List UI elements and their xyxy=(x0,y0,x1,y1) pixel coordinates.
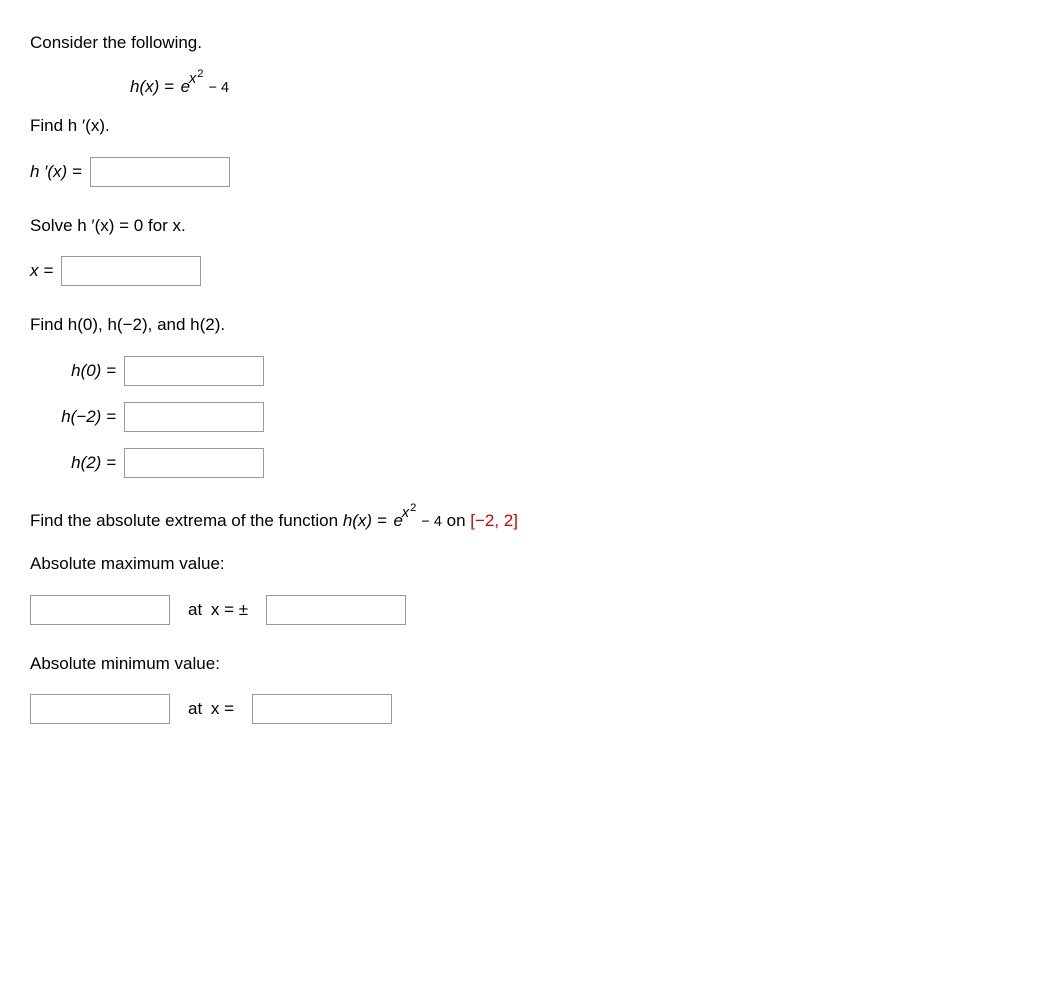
function-exponential: e x2 − 4 xyxy=(181,78,229,95)
find-hprime-text: Find h ′(x). xyxy=(30,113,1034,139)
function-definition: h(x) = e x2 − 4 xyxy=(30,74,1034,100)
extrema-interval: [−2, 2] xyxy=(470,511,518,530)
abs-max-x-input[interactable] xyxy=(266,595,406,625)
find-values-text: Find h(0), h(−2), and h(2). xyxy=(30,312,1034,338)
extrema-intro: Find the absolute extrema of the functio… xyxy=(30,508,1034,534)
abs-min-label: Absolute minimum value: xyxy=(30,651,1034,677)
h0-label: h(0) = xyxy=(30,358,124,384)
extrema-exponential: e x2 − 4 xyxy=(393,512,441,529)
hprime-input[interactable] xyxy=(90,157,230,187)
hminus2-input[interactable] xyxy=(124,402,264,432)
intro-text: Consider the following. xyxy=(30,30,1034,56)
x-label: x = xyxy=(30,258,53,284)
h0-input[interactable] xyxy=(124,356,264,386)
abs-max-label: Absolute maximum value: xyxy=(30,551,1034,577)
solve-hprime-text: Solve h ′(x) = 0 for x. xyxy=(30,213,1034,239)
x-input[interactable] xyxy=(61,256,201,286)
at-x-pm-label: at at x = ±x = ± xyxy=(188,597,248,623)
hminus2-label: h(−2) = xyxy=(30,404,124,430)
h2-label: h(2) = xyxy=(30,450,124,476)
function-lhs: h(x) = xyxy=(130,77,179,96)
h2-input[interactable] xyxy=(124,448,264,478)
abs-min-value-input[interactable] xyxy=(30,694,170,724)
hprime-label: h ′(x) = xyxy=(30,159,82,185)
at-x-label: at x = xyxy=(188,696,234,722)
abs-max-value-input[interactable] xyxy=(30,595,170,625)
abs-min-x-input[interactable] xyxy=(252,694,392,724)
